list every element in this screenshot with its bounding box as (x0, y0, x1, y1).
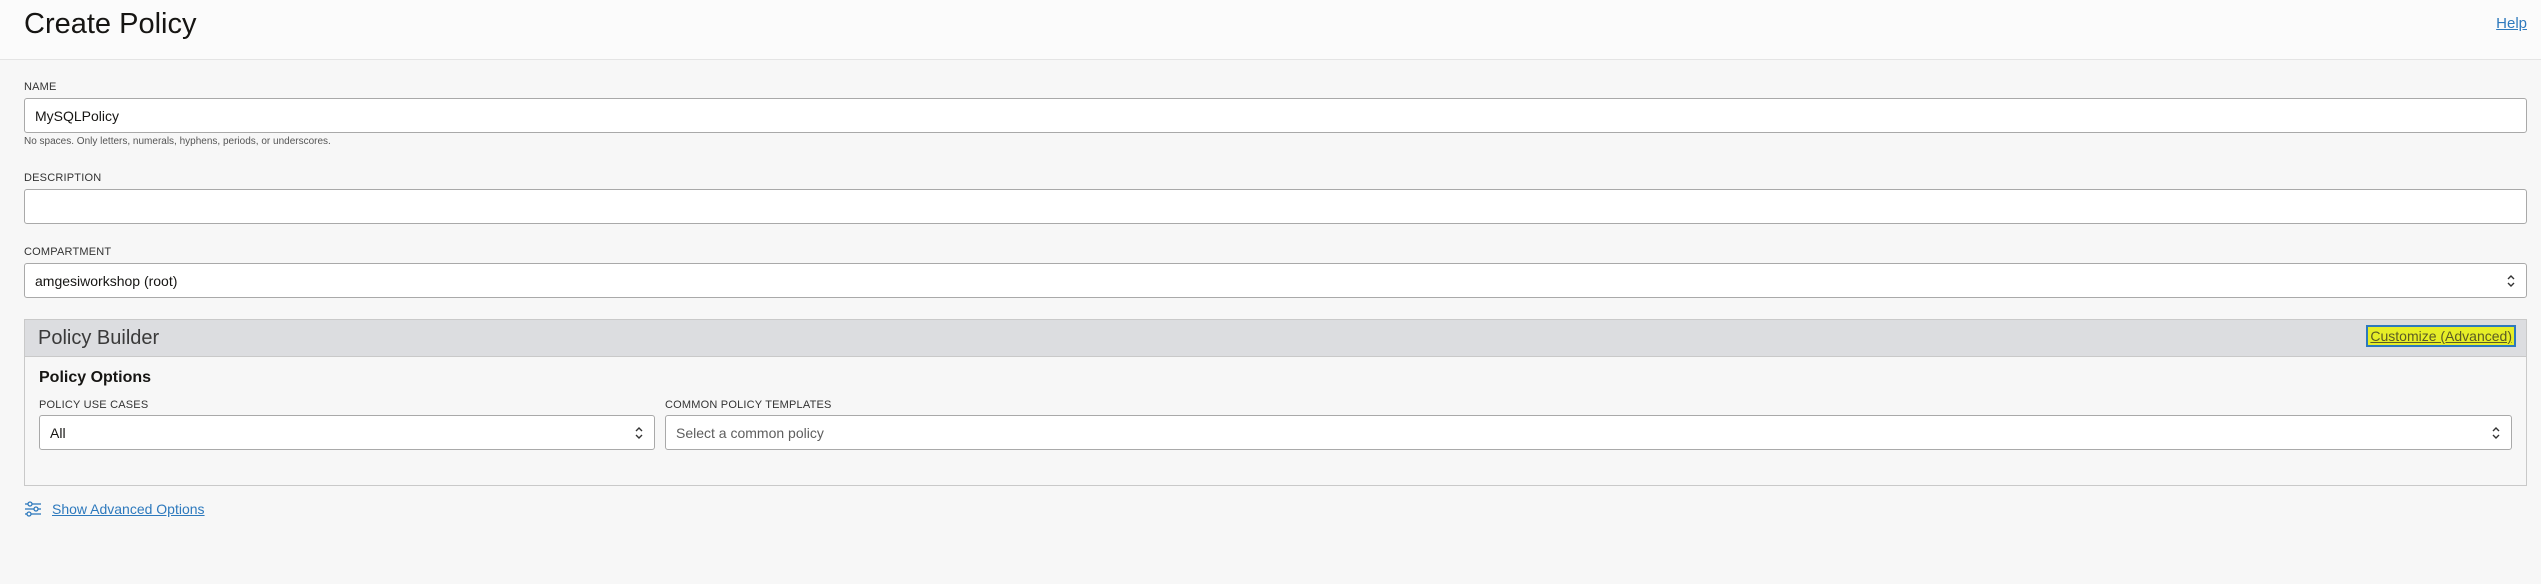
help-link[interactable]: Help (2496, 15, 2527, 32)
compartment-select[interactable]: amgesiworkshop (root) (24, 263, 2527, 298)
policy-options-title: Policy Options (39, 369, 152, 386)
advanced-options-toggle[interactable]: Show Advanced Options (24, 500, 205, 518)
description-input[interactable] (24, 189, 2527, 224)
chevron-updown-icon (2507, 274, 2515, 287)
policy-builder-title: Policy Builder (38, 327, 160, 349)
customize-advanced-link[interactable]: Customize (Advanced) (2366, 325, 2516, 347)
name-hint: No spaces. Only letters, numerals, hyphe… (24, 136, 331, 147)
page-title: Create Policy (24, 8, 197, 40)
compartment-label: COMPARTMENT (24, 246, 112, 258)
name-input[interactable]: MySQLPolicy (24, 98, 2527, 133)
use-cases-select[interactable]: All (39, 415, 655, 450)
page-header: Create Policy Help (0, 0, 2541, 60)
name-value: MySQLPolicy (35, 107, 120, 124)
compartment-value: amgesiworkshop (root) (35, 272, 178, 289)
templates-label: COMMON POLICY TEMPLATES (665, 399, 832, 411)
use-cases-value: All (50, 424, 66, 441)
chevron-updown-icon (635, 426, 643, 439)
policy-builder-header: Policy Builder Customize (Advanced) (25, 320, 2526, 357)
chevron-updown-icon (2492, 426, 2500, 439)
sliders-icon (25, 501, 41, 517)
show-advanced-options-link[interactable]: Show Advanced Options (52, 501, 205, 517)
policy-builder-panel: Policy Builder Customize (Advanced) Poli… (24, 319, 2527, 486)
use-cases-label: POLICY USE CASES (39, 399, 149, 411)
templates-select[interactable]: Select a common policy (665, 415, 2512, 450)
templates-placeholder: Select a common policy (676, 424, 824, 441)
description-label: DESCRIPTION (24, 172, 102, 184)
name-label: NAME (24, 81, 57, 93)
